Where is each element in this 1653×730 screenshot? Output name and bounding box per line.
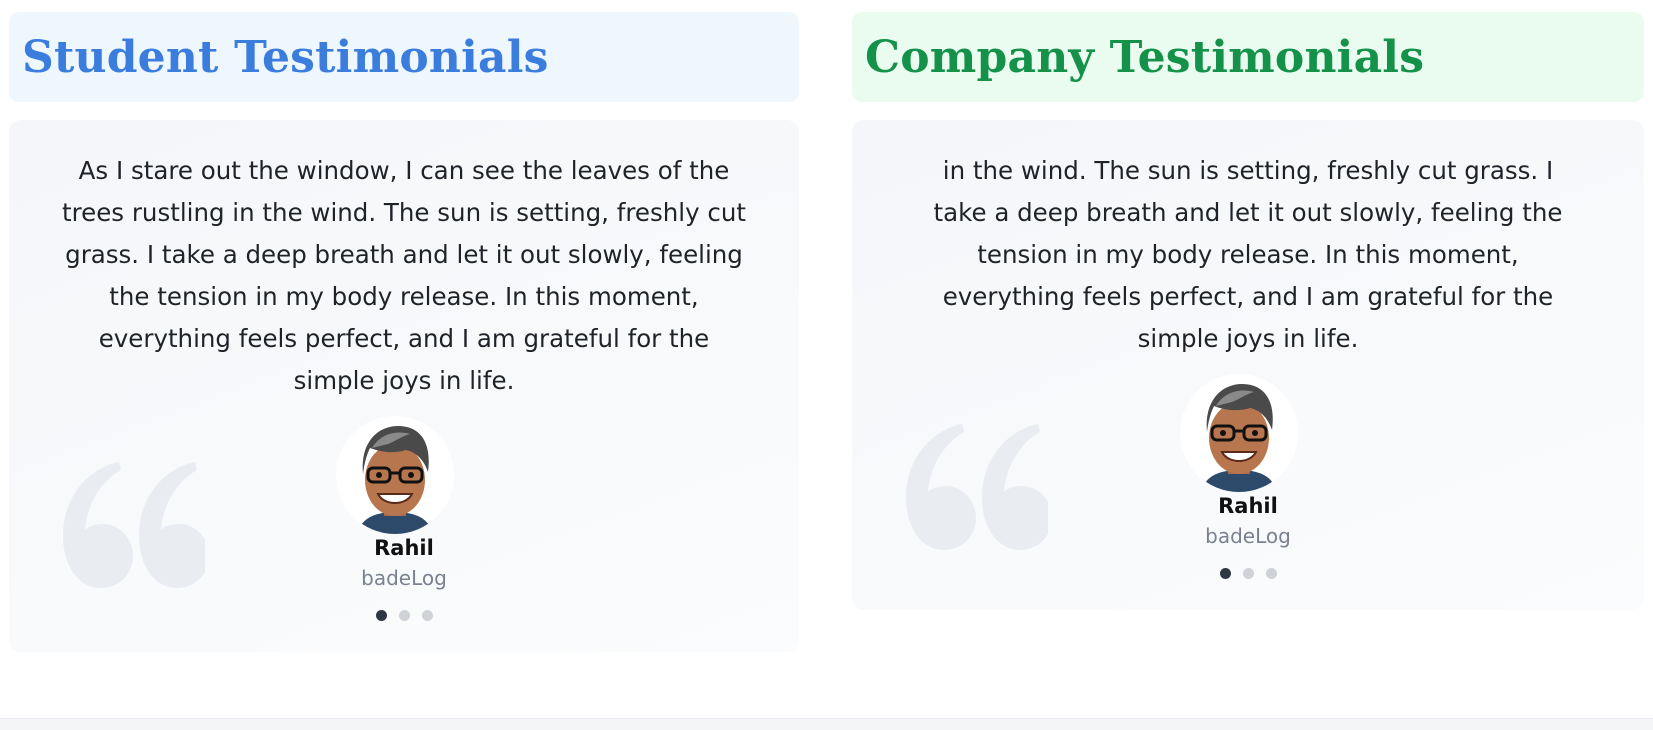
testimonial-name: Rahil bbox=[1218, 494, 1278, 518]
company-testimonials-section: Company Testimonials in the wind. The su… bbox=[852, 0, 1644, 610]
testimonial-company: badeLog bbox=[1205, 524, 1291, 548]
testimonial-quote: As I stare out the window, I can see the… bbox=[62, 156, 746, 395]
company-testimonials-title: Company Testimonials bbox=[865, 31, 1425, 83]
testimonial-name: Rahil bbox=[374, 536, 434, 560]
avatar-icon bbox=[358, 426, 432, 534]
student-testimonials-title: Student Testimonials bbox=[22, 31, 549, 83]
testimonial-company: badeLog bbox=[361, 566, 447, 590]
avatar bbox=[336, 416, 454, 534]
student-testimonial-card: As I stare out the window, I can see the… bbox=[9, 120, 799, 652]
carousel-dot-2[interactable] bbox=[398, 610, 410, 621]
student-testimonials-header: Student Testimonials bbox=[9, 12, 799, 102]
footer-divider bbox=[0, 718, 1653, 730]
carousel-dot-1[interactable] bbox=[375, 610, 387, 621]
carousel-dot-3[interactable] bbox=[1265, 568, 1277, 579]
avatar bbox=[1180, 374, 1298, 492]
company-testimonial-card: in the wind. The sun is setting, freshly… bbox=[852, 120, 1644, 610]
carousel-dot-2[interactable] bbox=[1242, 568, 1254, 579]
avatar-icon bbox=[1202, 384, 1276, 492]
testimonial-person: Rahil badeLog bbox=[9, 402, 799, 621]
carousel-dots bbox=[1219, 568, 1277, 579]
testimonial-quote: in the wind. The sun is setting, freshly… bbox=[933, 156, 1563, 353]
carousel-dots bbox=[375, 610, 433, 621]
testimonial-person: Rahil badeLog bbox=[852, 360, 1644, 579]
carousel-dot-3[interactable] bbox=[421, 610, 433, 621]
company-testimonials-header: Company Testimonials bbox=[852, 12, 1644, 102]
carousel-dot-1[interactable] bbox=[1219, 568, 1231, 579]
student-testimonials-section: Student Testimonials As I stare out the … bbox=[9, 0, 799, 652]
